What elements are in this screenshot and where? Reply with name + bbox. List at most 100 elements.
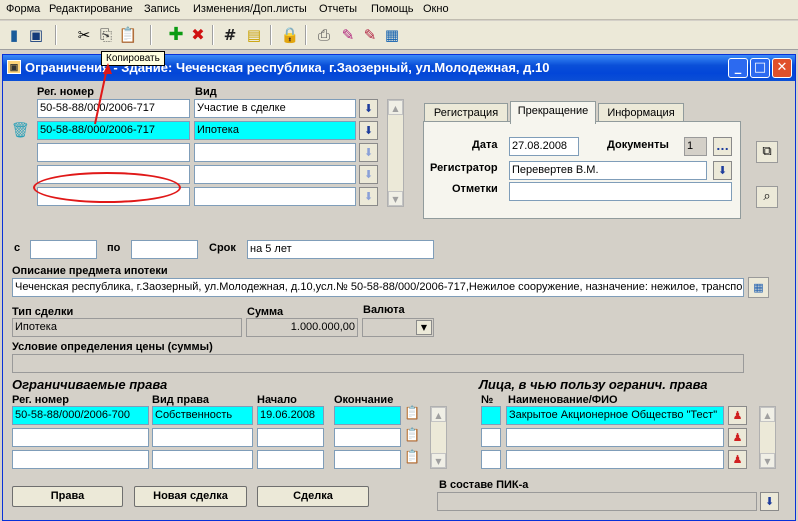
kind-select-arrow-icon[interactable]: ⬇ [359, 99, 378, 118]
beneficiary-no-field[interactable] [481, 428, 501, 447]
kind-select-arrow-icon[interactable]: ⬇ [359, 165, 378, 184]
rights-clipboard-icon[interactable]: 📋 [404, 450, 424, 470]
lock-icon[interactable]: 🔒 [279, 24, 301, 46]
from-date-field[interactable] [30, 240, 97, 259]
reg-kind-field[interactable] [194, 143, 356, 162]
lr-header-start: Начало [257, 394, 297, 406]
number-hash-icon[interactable]: # [219, 24, 241, 46]
lr-kind-field[interactable] [152, 428, 253, 447]
registrar-label: Регистратор [430, 162, 498, 174]
deal-button[interactable]: Сделка [257, 486, 369, 507]
limited-rights-title: Ограничиваемые права [12, 377, 168, 392]
reg-number-field[interactable]: 50-58-88/000/2006-717 [37, 99, 190, 118]
scroll-up-icon[interactable]: ▲ [760, 407, 775, 422]
menu-record[interactable]: Запись [144, 3, 180, 15]
lr-number-field[interactable] [12, 450, 149, 469]
beneficiary-name-field[interactable] [506, 450, 724, 469]
trash-icon[interactable]: 🗑 [11, 121, 30, 139]
add-record-plus-icon[interactable]: ✚ [165, 24, 187, 46]
rights-scrollbar[interactable]: ▲ ▼ [430, 406, 447, 469]
tab-termination[interactable]: Прекращение [510, 101, 596, 124]
beneficiaries-scrollbar[interactable]: ▲ ▼ [759, 406, 776, 469]
kind-select-arrow-icon[interactable]: ⬇ [359, 121, 378, 140]
menu-changes[interactable]: Изменения/Доп.листы [193, 3, 307, 15]
reg-scrollbar[interactable]: ▲ ▼ [387, 99, 404, 207]
registrar-select-arrow-icon[interactable]: ⬇ [713, 161, 732, 180]
menu-edit[interactable]: Редактирование [49, 3, 133, 15]
copy-records-icon[interactable]: ⧉ [756, 141, 778, 163]
toolbar-separator [270, 25, 272, 45]
price-condition-label: Условие определения цены (суммы) [12, 341, 213, 353]
rights-button[interactable]: Права [12, 486, 123, 507]
report-red-icon[interactable]: ✎ [359, 24, 381, 46]
deal-type-label: Тип сделки [12, 306, 74, 318]
beneficiary-person-icon[interactable]: ♟ [728, 428, 747, 447]
paste-clipboard-icon[interactable]: 📋 [117, 24, 139, 46]
registrar-field[interactable]: Перевертев В.М. [509, 161, 707, 180]
cut-scissors-icon[interactable]: ✂ [73, 24, 95, 46]
reg-number-field[interactable] [37, 143, 190, 162]
minimize-button[interactable]: _ [728, 58, 748, 78]
lr-start-field[interactable] [257, 428, 324, 447]
beneficiary-name-field[interactable] [506, 428, 724, 447]
documents-label: Документы [607, 139, 669, 151]
term-field[interactable]: на 5 лет [247, 240, 434, 259]
notes-field[interactable] [509, 182, 732, 201]
to-date-field[interactable] [131, 240, 198, 259]
maximize-button[interactable]: □ [750, 58, 770, 78]
menu-help[interactable]: Помощь [371, 3, 414, 15]
lr-kind-field[interactable] [152, 450, 253, 469]
scroll-down-icon[interactable]: ▼ [431, 453, 446, 468]
price-condition-field [12, 354, 744, 373]
lr-number-field[interactable]: 50-58-88/000/2006-700 [12, 406, 149, 425]
beneficiary-name-field[interactable]: Закрытое Акционерное Общество "Тест" [506, 406, 724, 425]
menu-form[interactable]: Форма [6, 3, 40, 15]
reg-number-field-selected[interactable]: 50-58-88/000/2006-717 [37, 121, 190, 140]
reg-kind-field[interactable] [194, 187, 356, 206]
document-list-icon[interactable]: ▤ [243, 24, 265, 46]
print-icon[interactable]: ⎙ [313, 24, 335, 46]
calculator-icon[interactable]: ▦ [381, 24, 403, 46]
beneficiary-person-icon[interactable]: ♟ [728, 450, 747, 469]
mortgage-subject-field[interactable]: Чеченская республика, г.Заозерный, ул.Мо… [12, 278, 744, 297]
lr-start-field[interactable] [257, 450, 324, 469]
lr-end-field[interactable] [334, 428, 401, 447]
menu-window[interactable]: Окно [423, 3, 449, 15]
kind-select-arrow-icon[interactable]: ⬇ [359, 143, 378, 162]
subject-table-icon[interactable]: ▦ [748, 277, 769, 298]
reg-kind-field[interactable]: Участие в сделке [194, 99, 356, 118]
date-field[interactable]: 27.08.2008 [509, 137, 579, 156]
scroll-down-icon[interactable]: ▼ [388, 191, 403, 206]
lr-end-field[interactable] [334, 450, 401, 469]
scroll-down-icon[interactable]: ▼ [760, 453, 775, 468]
lr-start-field[interactable]: 19.06.2008 [257, 406, 324, 425]
pik-select-arrow-icon[interactable]: ⬇ [760, 492, 779, 511]
lr-kind-field[interactable]: Собственность [152, 406, 253, 425]
reg-kind-field-selected[interactable]: Ипотека [194, 121, 356, 140]
scroll-up-icon[interactable]: ▲ [431, 407, 446, 422]
rights-clipboard-icon[interactable]: 📋 [404, 428, 424, 448]
kind-select-arrow-icon[interactable]: ⬇ [359, 187, 378, 206]
scroll-up-icon[interactable]: ▲ [388, 100, 403, 115]
window-app-icon: ▣ [7, 60, 21, 74]
lr-number-field[interactable] [12, 428, 149, 447]
reg-kind-field[interactable] [194, 165, 356, 184]
beneficiary-no-field[interactable] [481, 450, 501, 469]
save-disk-icon[interactable]: ▣ [25, 24, 47, 46]
exit-door-icon[interactable]: ▮ [3, 24, 25, 46]
report-magenta-icon[interactable]: ✎ [337, 24, 359, 46]
currency-dropdown-icon[interactable]: ▼ [416, 320, 432, 335]
rights-clipboard-icon[interactable]: 📋 [404, 406, 424, 426]
copy-icon[interactable]: ⎘ [95, 24, 117, 46]
search-magnifier-icon[interactable]: ⌕ [756, 186, 778, 208]
sum-label: Сумма [247, 306, 284, 318]
beneficiary-no-field[interactable] [481, 406, 501, 425]
new-deal-button[interactable]: Новая сделка [134, 486, 247, 507]
documents-browse-button[interactable]: ... [713, 137, 732, 156]
delete-record-x-icon[interactable]: ✖ [187, 24, 209, 46]
lr-end-field[interactable] [334, 406, 401, 425]
menu-reports[interactable]: Отчеты [319, 3, 357, 15]
close-button[interactable]: ✕ [772, 58, 792, 78]
beneficiary-person-icon[interactable]: ♟ [728, 406, 747, 425]
menu-bar: Форма Редактирование Запись Изменения/До… [0, 0, 798, 20]
